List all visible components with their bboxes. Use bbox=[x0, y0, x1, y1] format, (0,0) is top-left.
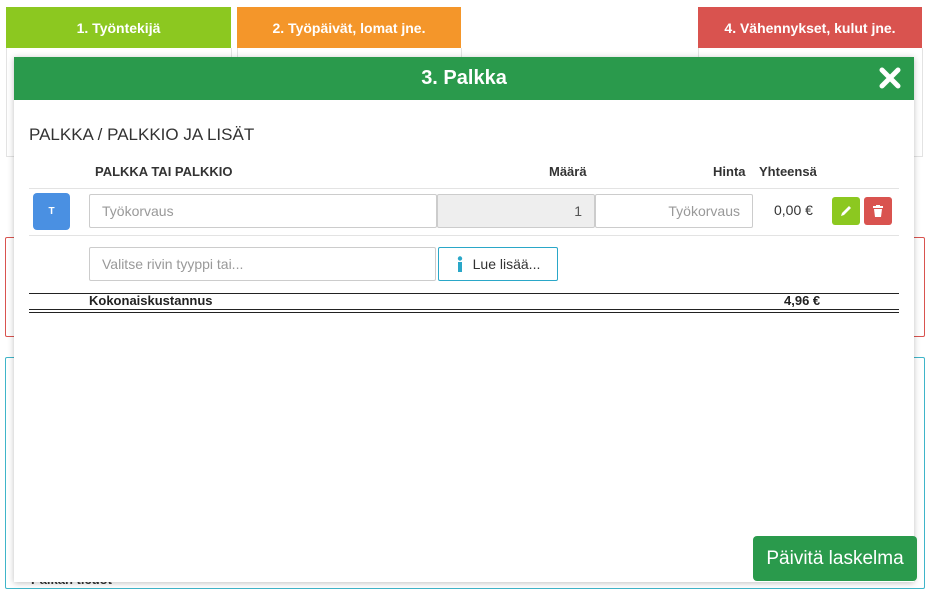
row-type-badge[interactable]: T bbox=[33, 193, 70, 230]
modal-title: 3. Palkka bbox=[421, 67, 507, 89]
column-header-total: Yhteensä bbox=[759, 164, 817, 179]
quantity-input[interactable]: 1 bbox=[437, 194, 595, 228]
salary-modal: 3. Palkka PALKKA / PALKKIO JA LISÄT PALK… bbox=[14, 57, 914, 582]
read-more-label: Lue lisää... bbox=[472, 256, 541, 272]
description-input[interactable]: Työkorvaus bbox=[89, 194, 437, 228]
price-input[interactable]: Työkorvaus bbox=[595, 194, 753, 228]
tab-employee[interactable]: 1. Työntekijä bbox=[6, 7, 231, 48]
close-icon[interactable] bbox=[878, 66, 902, 90]
column-header-quantity: Määrä bbox=[549, 164, 587, 179]
tab-workdays-label: 2. Työpäivät, lomat jne. bbox=[272, 19, 426, 36]
update-calculation-button[interactable]: Päivitä laskelma bbox=[753, 536, 917, 581]
pencil-icon bbox=[841, 206, 851, 216]
column-header-price: Hinta bbox=[713, 164, 746, 179]
row-total: 0,00 € bbox=[774, 202, 813, 218]
summary-bottom-line bbox=[29, 309, 899, 310]
tab-employee-label: 1. Työntekijä bbox=[76, 19, 161, 36]
section-title: PALKKA / PALKKIO JA LISÄT bbox=[29, 125, 255, 144]
tab-deductions-label: 4. Vähennykset, kulut jne. bbox=[724, 19, 896, 36]
modal-header: 3. Palkka bbox=[14, 57, 914, 100]
info-icon bbox=[457, 256, 462, 272]
summary-bottom-line bbox=[29, 312, 899, 313]
row-divider bbox=[29, 235, 899, 236]
trash-icon bbox=[873, 205, 883, 217]
tab-workdays[interactable]: 2. Työpäivät, lomat jne. bbox=[237, 7, 461, 48]
delete-button[interactable] bbox=[864, 197, 892, 225]
summary-label: Kokonaiskustannus bbox=[89, 293, 213, 308]
summary-value: 4,96 € bbox=[784, 293, 821, 308]
tab-deductions[interactable]: 4. Vähennykset, kulut jne. bbox=[698, 7, 922, 48]
column-header-salary: PALKKA TAI PALKKIO bbox=[95, 164, 233, 179]
row-divider bbox=[29, 188, 899, 189]
row-type-select[interactable]: Valitse rivin tyyppi tai... bbox=[89, 247, 436, 281]
edit-button[interactable] bbox=[832, 197, 860, 225]
read-more-button[interactable]: Lue lisää... bbox=[438, 247, 558, 281]
